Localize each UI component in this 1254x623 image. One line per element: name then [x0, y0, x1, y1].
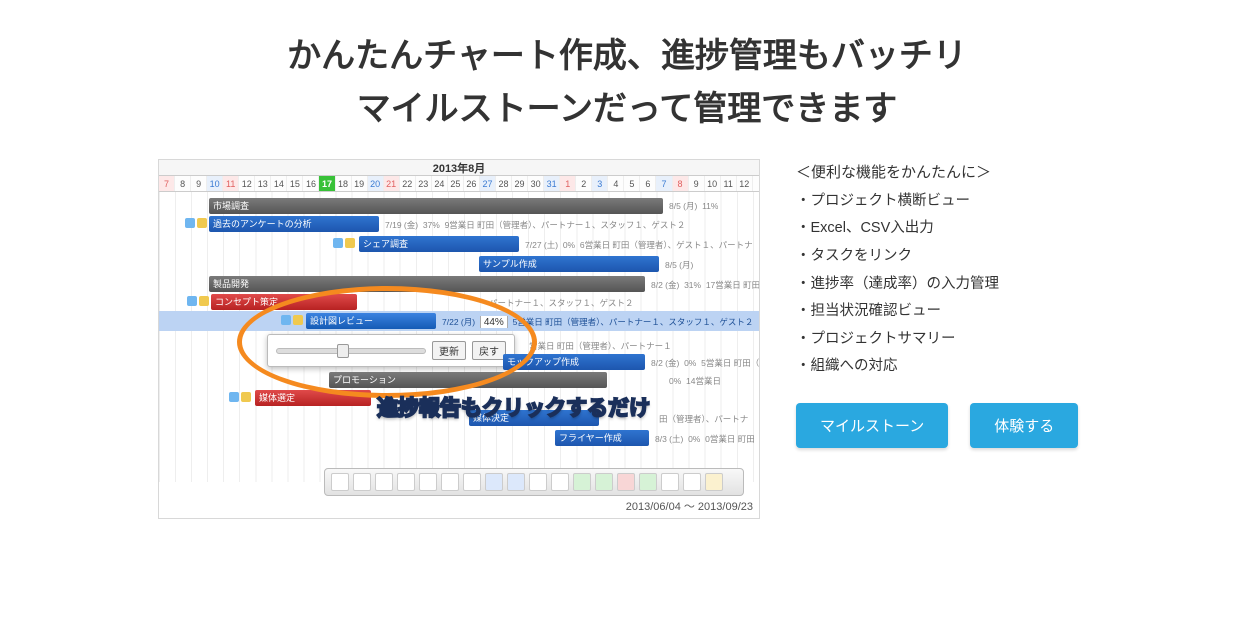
tool-zoom-icon[interactable] [661, 473, 679, 491]
day-cell: 16 [303, 176, 319, 191]
feature-item-0: プロジェクト横断ビュー [796, 188, 1096, 216]
day-cell: 7 [159, 176, 175, 191]
day-cell: 5 [624, 176, 640, 191]
day-cell: 26 [464, 176, 480, 191]
day-cell: 29 [512, 176, 528, 191]
day-cell: 17 [319, 176, 335, 191]
feature-list: ＜便利な機能をかんたんに＞ プロジェクト横断ビュー Excel、CSV入出力 タ… [796, 159, 1096, 447]
day-cell: 11 [223, 176, 239, 191]
tool-delete-icon[interactable] [375, 473, 393, 491]
progress-slider[interactable] [276, 348, 426, 354]
day-cell: 7 [656, 176, 672, 191]
feature-item-4: 担当状況確認ビュー [796, 298, 1096, 326]
day-cell: 6 [640, 176, 656, 191]
tool-indent-icon[interactable] [441, 473, 459, 491]
day-cell: 18 [336, 176, 352, 191]
feature-item-2: タスクをリンク [796, 243, 1096, 271]
feature-heading: ＜便利な機能をかんたんに＞ [796, 159, 1096, 188]
tool-user2-icon[interactable] [595, 473, 613, 491]
day-cell: 21 [384, 176, 400, 191]
day-cell: 23 [416, 176, 432, 191]
bar-product-dev[interactable]: 製品開発 [209, 276, 645, 292]
day-cell: 24 [432, 176, 448, 191]
day-cell: 27 [480, 176, 496, 191]
progress-badge: 44% [480, 316, 508, 328]
feature-item-6: 組織への対応 [796, 353, 1096, 381]
tool-new-icon[interactable] [331, 473, 349, 491]
assignee-icon[interactable] [229, 392, 251, 406]
bar-design-review[interactable]: 設計図レビュー [306, 313, 436, 329]
tool-copy-icon[interactable] [353, 473, 371, 491]
tool-outdent-icon[interactable] [463, 473, 481, 491]
day-cell: 10 [705, 176, 721, 191]
bar-prototype[interactable]: プロモーション [329, 372, 607, 388]
hero-title: かんたんチャート作成、進捗管理もバッチリ マイルストーンだって管理できます [287, 30, 967, 135]
day-cell: 12 [239, 176, 255, 191]
day-cell: 8 [673, 176, 689, 191]
bar-mockup[interactable]: モックアップ作成 [503, 354, 645, 370]
day-header-row: 7891011121314151617181920212223242526272… [159, 176, 759, 192]
day-cell: 31 [544, 176, 560, 191]
day-cell: 12 [737, 176, 753, 191]
tool-user-icon[interactable] [573, 473, 591, 491]
hero-line1: かんたんチャート作成、進捗管理もバッチリ [287, 37, 967, 75]
bar-flyer[interactable]: フライヤー作成 [555, 430, 649, 446]
bar-market-research[interactable]: 市場調査 [209, 198, 663, 214]
day-cell: 1 [560, 176, 576, 191]
day-cell: 14 [271, 176, 287, 191]
feature-item-3: 進捗率（達成率）の入力管理 [796, 271, 1096, 299]
day-cell: 22 [400, 176, 416, 191]
tool-unlink-icon[interactable] [551, 473, 569, 491]
bar-media-select[interactable]: 媒体選定 [255, 390, 371, 406]
tool-settings-icon[interactable] [683, 473, 701, 491]
day-cell: 30 [528, 176, 544, 191]
assignee-icon[interactable] [333, 238, 355, 252]
feature-item-5: プロジェクトサマリー [796, 326, 1096, 354]
bar-concept[interactable]: コンセプト策定 [211, 294, 357, 310]
slider-knob[interactable] [337, 344, 349, 358]
tool-note-icon[interactable] [705, 473, 723, 491]
day-cell: 13 [255, 176, 271, 191]
day-cell: 19 [352, 176, 368, 191]
day-cell: 25 [448, 176, 464, 191]
tool-link-icon[interactable] [529, 473, 547, 491]
bar-share-survey[interactable]: シェア調査 [359, 236, 519, 252]
bar-sample-create[interactable]: サンプル作成 [479, 256, 659, 272]
month-label: 2013年8月 [159, 160, 759, 176]
tool-date2-icon[interactable] [507, 473, 525, 491]
day-cell: 11 [721, 176, 737, 191]
day-cell: 10 [207, 176, 223, 191]
assignee-icon[interactable] [281, 315, 303, 329]
tool-add-icon[interactable] [639, 473, 657, 491]
day-cell: 15 [287, 176, 303, 191]
hero-line2: マイルストーンだって管理できます [357, 90, 898, 128]
gantt-screenshot: 2013年8月 78910111213141516171819202122232… [158, 159, 760, 519]
tool-date-icon[interactable] [485, 473, 503, 491]
update-button[interactable]: 更新 [432, 341, 466, 360]
day-cell: 4 [608, 176, 624, 191]
milestone-button[interactable]: マイルストーン [796, 403, 948, 448]
tool-moveup-icon[interactable] [397, 473, 415, 491]
day-cell: 28 [496, 176, 512, 191]
tool-milestone-icon[interactable] [617, 473, 635, 491]
date-range: 2013/06/04 ～ 2013/09/23 [626, 498, 753, 514]
assignee-icon[interactable] [187, 296, 209, 310]
toolbar [324, 468, 744, 496]
assignee-icon[interactable] [185, 218, 207, 232]
day-cell: 2 [576, 176, 592, 191]
try-button[interactable]: 体験する [970, 403, 1078, 448]
tool-movedown-icon[interactable] [419, 473, 437, 491]
day-cell: 20 [368, 176, 384, 191]
day-cell: 9 [191, 176, 207, 191]
day-cell: 3 [592, 176, 608, 191]
gantt-bars-area: 市場調査 8/5 (月) 11% 過去のアンケートの分析 7/19 (金) 37… [159, 192, 759, 482]
day-cell: 9 [689, 176, 705, 191]
bar-media-deadline[interactable]: 媒体決定 [469, 410, 599, 426]
cancel-button[interactable]: 戻す [472, 341, 506, 360]
feature-item-1: Excel、CSV入出力 [796, 215, 1096, 243]
progress-popover: 更新 戻す [267, 334, 515, 367]
day-cell: 8 [175, 176, 191, 191]
bar-past-survey[interactable]: 過去のアンケートの分析 [209, 216, 379, 232]
